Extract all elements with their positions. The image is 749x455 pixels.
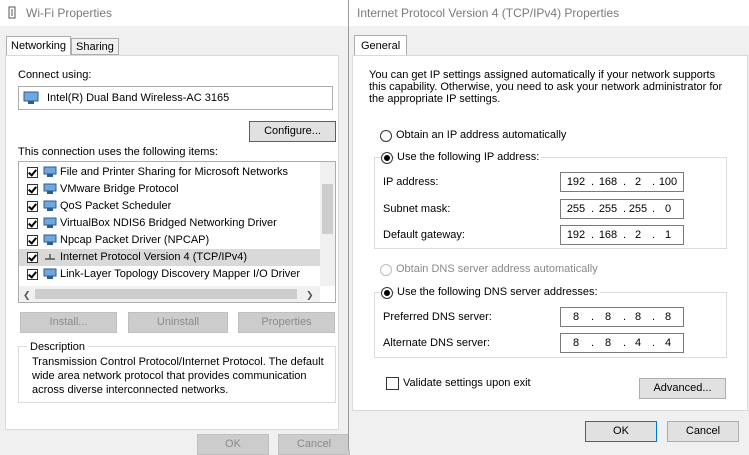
ipv4-properties-window: Internet Protocol Version 4 (TCP/IPv4) P…	[348, 0, 749, 450]
item-checkbox[interactable]	[27, 201, 38, 212]
item-label: VirtualBox NDIS6 Bridged Networking Driv…	[60, 217, 277, 229]
item-label: Link-Layer Topology Discovery Mapper I/O…	[60, 268, 301, 280]
item-checkbox[interactable]	[27, 184, 38, 195]
alternate-dns-input[interactable]: 8. 8. 4. 4	[560, 333, 684, 353]
tab-general[interactable]: General	[354, 35, 408, 56]
wifi-icon	[8, 6, 16, 19]
install-button[interactable]: Install...	[20, 312, 117, 333]
vertical-scrollbar[interactable]	[320, 162, 335, 286]
list-item[interactable]: VirtualBox NDIS6 Bridged Networking Driv…	[19, 215, 320, 232]
description-label: Description	[27, 341, 89, 353]
dns-group: Use the following DNS server addresses: …	[374, 286, 727, 358]
network-adapter-icon	[43, 268, 57, 279]
default-gateway-label: Default gateway:	[383, 229, 465, 241]
ip-address-label: IP address:	[383, 176, 439, 188]
network-adapter-icon	[43, 217, 57, 228]
item-label: QoS Packet Scheduler	[60, 200, 172, 212]
protocol-icon	[45, 254, 55, 260]
wifi-cancel-button[interactable]: Cancel	[278, 434, 350, 455]
ip-address-group: Use the following IP address: IP address…	[374, 151, 727, 249]
use-following-ip-label[interactable]: Use the following IP address:	[395, 151, 542, 163]
list-item[interactable]: File and Printer Sharing for Microsoft N…	[19, 164, 320, 181]
vertical-scroll-thumb[interactable]	[322, 184, 333, 234]
list-item[interactable]: VMware Bridge Protocol	[19, 181, 320, 198]
tab-networking[interactable]: Networking	[6, 36, 72, 56]
network-adapter-icon	[23, 91, 39, 104]
use-following-dns-radio[interactable]	[381, 287, 393, 299]
obtain-dns-auto-radio[interactable]	[380, 264, 392, 276]
wifi-titlebar: Wi-Fi Properties	[0, 0, 348, 26]
wifi-properties-window: Wi-Fi Properties Networking Sharing Conn…	[0, 0, 350, 455]
tab-sharing[interactable]: Sharing	[71, 38, 119, 55]
item-label: Internet Protocol Version 4 (TCP/IPv4)	[60, 251, 248, 263]
intro-text: You can get IP settings assigned automat…	[369, 69, 723, 105]
item-checkbox[interactable]	[27, 218, 38, 229]
item-label: File and Printer Sharing for Microsoft N…	[60, 166, 289, 178]
item-checkbox[interactable]	[27, 167, 38, 178]
network-adapter-icon	[43, 166, 57, 177]
use-following-dns-label[interactable]: Use the following DNS server addresses:	[395, 286, 600, 298]
wifi-title: Wi-Fi Properties	[26, 6, 113, 20]
ip-address-input[interactable]: 192. 168. 2. 100	[560, 172, 684, 192]
obtain-ip-auto-label[interactable]: Obtain an IP address automatically	[396, 129, 566, 141]
validate-label[interactable]: Validate settings upon exit	[403, 377, 531, 389]
ipv4-cancel-button[interactable]: Cancel	[667, 421, 739, 442]
obtain-ip-auto-radio[interactable]	[380, 130, 392, 142]
uninstall-button[interactable]: Uninstall	[128, 312, 228, 333]
network-adapter-icon	[43, 183, 57, 194]
preferred-dns-input[interactable]: 8. 8. 8. 8	[560, 307, 684, 327]
list-item[interactable]: QoS Packet Scheduler	[19, 198, 320, 215]
scroll-right-icon[interactable]: ❯	[306, 290, 314, 301]
description-text: Transmission Control Protocol/Internet P…	[32, 356, 324, 396]
item-checkbox[interactable]	[27, 252, 38, 263]
general-tab-panel: You can get IP settings assigned automat…	[352, 55, 748, 411]
connect-using-label: Connect using:	[18, 69, 92, 81]
use-following-ip-radio[interactable]	[381, 152, 393, 164]
default-gateway-input[interactable]: 192. 168. 2. 1	[560, 225, 684, 245]
ipv4-ok-button[interactable]: OK	[585, 421, 657, 442]
wifi-ok-button[interactable]: OK	[197, 434, 269, 455]
networking-tab-panel: Connect using: Intel(R) Dual Band Wirele…	[5, 55, 339, 430]
description-group: Description Transmission Control Protoco…	[18, 341, 336, 403]
item-checkbox[interactable]	[27, 235, 38, 246]
network-adapter-icon	[43, 200, 57, 211]
adapter-name: Intel(R) Dual Band Wireless-AC 3165	[47, 92, 230, 104]
ipv4-title: Internet Protocol Version 4 (TCP/IPv4) P…	[357, 6, 620, 20]
horizontal-scroll-thumb[interactable]	[35, 289, 297, 299]
scroll-left-icon[interactable]: ❮	[23, 290, 31, 301]
list-item[interactable]: Npcap Packet Driver (NPCAP)	[19, 232, 320, 249]
item-label: Npcap Packet Driver (NPCAP)	[60, 234, 210, 246]
item-label: VMware Bridge Protocol	[60, 183, 179, 195]
horizontal-scrollbar[interactable]: ❮ ❯	[19, 286, 320, 302]
item-checkbox[interactable]	[27, 269, 38, 280]
preferred-dns-label: Preferred DNS server:	[383, 311, 492, 323]
configure-button[interactable]: Configure...	[249, 121, 336, 142]
items-label: This connection uses the following items…	[18, 146, 218, 158]
components-list: File and Printer Sharing for Microsoft N…	[18, 161, 336, 303]
network-adapter-icon	[43, 234, 57, 245]
list-item[interactable]: Link-Layer Topology Discovery Mapper I/O…	[19, 266, 320, 283]
list-item[interactable]: Internet Protocol Version 4 (TCP/IPv4)	[19, 249, 320, 266]
obtain-dns-auto-label[interactable]: Obtain DNS server address automatically	[396, 263, 598, 275]
properties-button[interactable]: Properties	[238, 312, 335, 333]
ipv4-titlebar: Internet Protocol Version 4 (TCP/IPv4) P…	[349, 0, 749, 26]
adapter-field: Intel(R) Dual Band Wireless-AC 3165	[18, 86, 333, 110]
subnet-mask-input[interactable]: 255. 255. 255. 0	[560, 199, 684, 219]
subnet-mask-label: Subnet mask:	[383, 203, 451, 215]
validate-checkbox[interactable]	[386, 377, 399, 390]
alternate-dns-label: Alternate DNS server:	[383, 337, 490, 349]
advanced-button[interactable]: Advanced...	[639, 378, 726, 399]
